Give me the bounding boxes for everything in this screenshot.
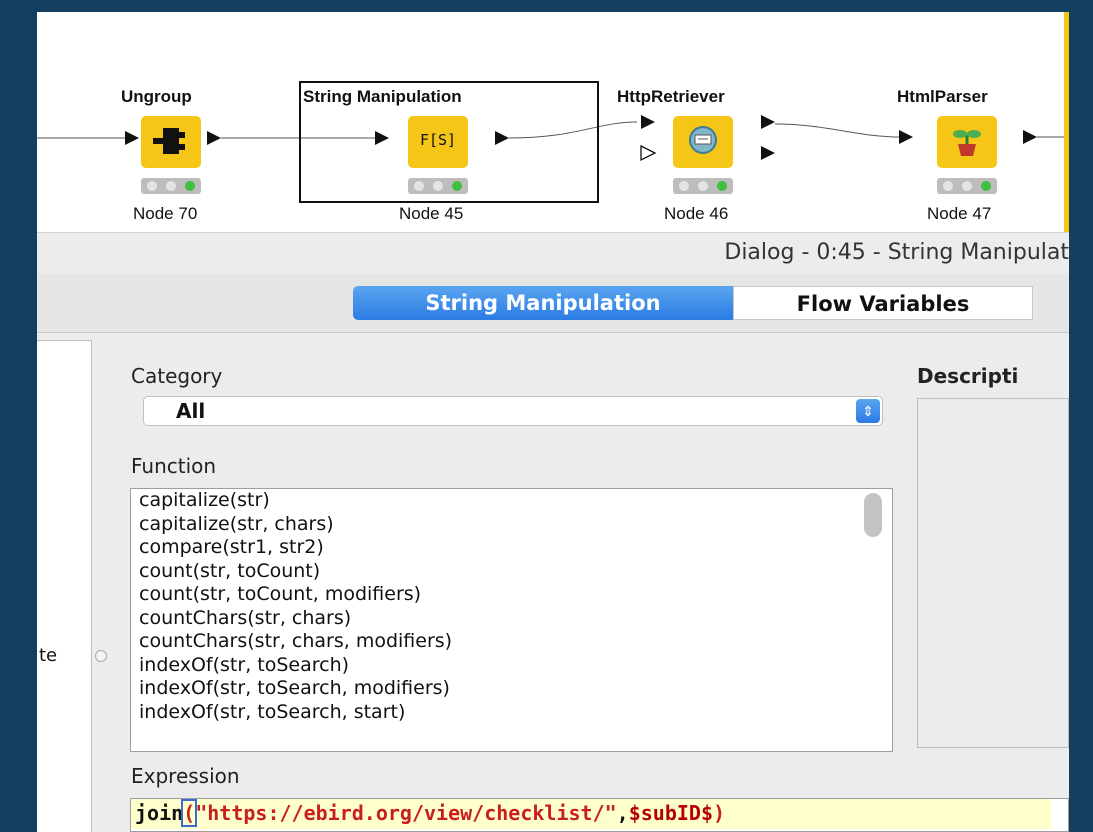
function-item[interactable]: count(str, toCount, modifiers) [131, 583, 892, 607]
function-item[interactable]: capitalize(str) [131, 489, 892, 513]
function-item[interactable]: countChars(str, chars) [131, 607, 892, 631]
html-parser-node[interactable] [937, 116, 997, 168]
splitter-handle[interactable] [95, 650, 107, 662]
node-label-ungroup: Node 70 [133, 204, 198, 223]
output-port[interactable] [1023, 130, 1037, 144]
tab-flow-variables[interactable]: Flow Variables [733, 286, 1033, 320]
dialog-title: Dialog - 0:45 - String Manipulat [724, 240, 1069, 265]
description-label: Descripti [917, 364, 1019, 388]
input-port[interactable] [899, 130, 913, 144]
expression-close-paren: ) [713, 801, 726, 825]
html-parser-icon [953, 130, 981, 156]
function-item[interactable]: compare(str1, str2) [131, 536, 892, 560]
string-manipulation-node[interactable]: F[S] [408, 116, 468, 168]
expression-text: join("https://ebird.org/view/checklist/"… [135, 799, 726, 827]
workflow-canvas[interactable]: Ungroup Node 70 String Manipulation F[S]… [37, 12, 1069, 232]
ungroup-icon [153, 128, 185, 154]
select-arrows-icon: ⇕ [856, 399, 880, 423]
node-label-http-retriever: Node 46 [664, 204, 729, 223]
expression-open-paren: ( [181, 799, 198, 827]
tab-bar: String Manipulation Flow Variables [37, 274, 1069, 333]
output-port[interactable] [761, 146, 775, 160]
function-item[interactable]: capitalize(str, chars) [131, 513, 892, 537]
node-status-light [673, 178, 733, 194]
screenshot-area: Ungroup Node 70 String Manipulation F[S]… [37, 12, 1069, 832]
input-port[interactable] [641, 115, 655, 129]
expression-function: join [135, 801, 184, 825]
canvas-edge-marker [1064, 12, 1069, 232]
expression-variable: $subID$ [628, 801, 713, 825]
function-item[interactable]: indexOf(str, toSearch, start) [131, 701, 892, 725]
function-item[interactable]: countChars(str, chars, modifiers) [131, 630, 892, 654]
function-list[interactable]: capitalize(str) capitalize(str, chars) c… [130, 488, 893, 752]
http-retriever-node[interactable] [673, 116, 733, 168]
http-retriever-icon [689, 126, 717, 154]
node-title-http-retriever: HttpRetriever [617, 87, 725, 106]
category-label: Category [131, 364, 223, 388]
node-status-light [141, 178, 201, 194]
function-item[interactable]: indexOf(str, toSearch) [131, 654, 892, 678]
node-title-string-manipulation: String Manipulation [303, 87, 462, 106]
column-list-fragment: te [39, 645, 58, 666]
expression-comma: , [616, 801, 629, 825]
input-port[interactable] [125, 131, 139, 145]
output-port[interactable] [207, 131, 221, 145]
string-manipulation-icon: F[S] [419, 131, 457, 149]
dialog-body: String Manipulation Flow Variables te Ca… [37, 274, 1069, 832]
function-item[interactable]: count(str, toCount) [131, 560, 892, 584]
tab-string-manipulation[interactable]: String Manipulation [353, 286, 733, 320]
expression-string-arg: "https://ebird.org/view/checklist/" [195, 801, 617, 825]
function-list-scrollbar[interactable] [864, 493, 882, 537]
node-label-html-parser: Node 47 [927, 204, 992, 223]
function-label: Function [131, 454, 217, 478]
expression-editor[interactable]: join("https://ebird.org/view/checklist/"… [130, 798, 1069, 832]
node-title-html-parser: HtmlParser [897, 87, 988, 106]
node-title-ungroup: Ungroup [121, 87, 192, 106]
expression-label: Expression [131, 764, 240, 788]
connection-line [774, 123, 900, 138]
node-status-light [408, 178, 468, 194]
category-value: All [176, 399, 206, 423]
output-port[interactable] [761, 115, 775, 129]
function-item[interactable]: indexOf(str, toSearch, modifiers) [131, 677, 892, 701]
node-label-string-manipulation: Node 45 [399, 204, 464, 223]
description-box [917, 398, 1069, 748]
column-list-panel[interactable]: te [37, 340, 92, 832]
ungroup-node[interactable] [141, 116, 201, 168]
node-status-light [937, 178, 997, 194]
category-select[interactable]: All ⇕ [143, 396, 883, 426]
dialog-title-bar[interactable]: Dialog - 0:45 - String Manipulat [37, 232, 1069, 275]
input-port-optional[interactable] [640, 144, 657, 162]
